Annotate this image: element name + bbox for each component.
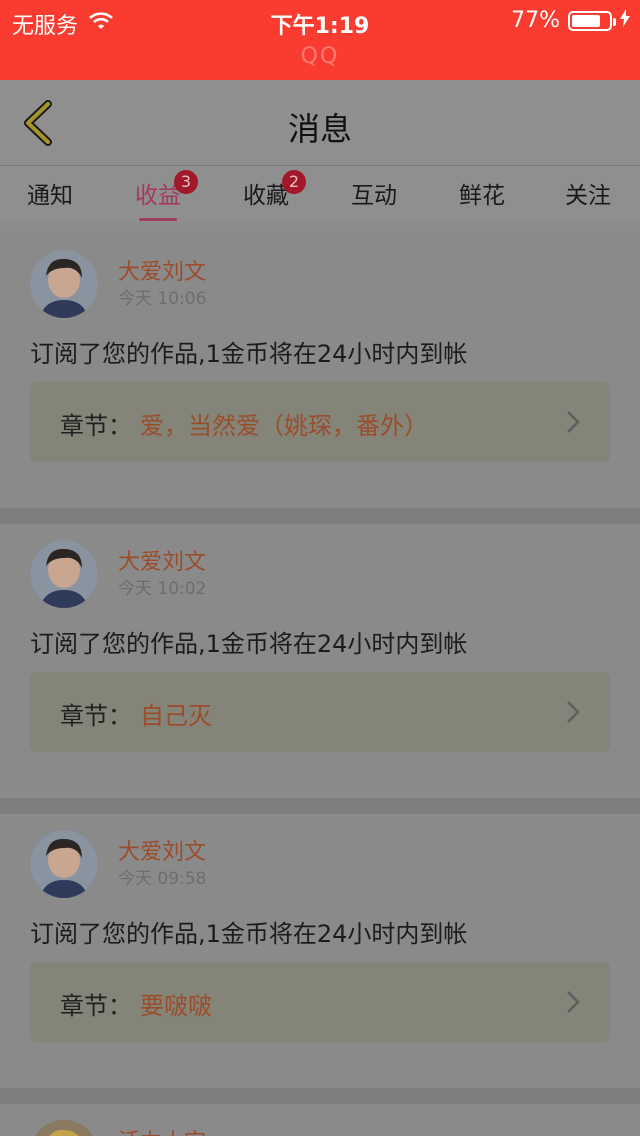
tab-badge: 3 (174, 170, 198, 194)
message-card: 大爱刘文 今天 09:58 订阅了您的作品,1金币将在24小时内到帐 章节： 要… (0, 814, 640, 1088)
battery-icon (568, 10, 616, 31)
chapter-link[interactable]: 章节： 爱，当然爱（姚琛，番外） (30, 382, 610, 462)
user-name[interactable]: 大爱刘文 (118, 544, 206, 576)
avatar[interactable] (30, 1120, 98, 1136)
tab-following[interactable]: 关注 (548, 176, 628, 210)
message-text: 订阅了您的作品,1金币将在24小时内到帐 (30, 340, 468, 368)
avatar[interactable] (30, 540, 98, 608)
message-card: 大爱刘文 今天 10:02 订阅了您的作品,1金币将在24小时内到帐 章节： 自… (0, 524, 640, 798)
tab-notifications[interactable]: 通知 (10, 176, 90, 210)
avatar[interactable] (30, 250, 98, 318)
chapter-label: 章节： (60, 702, 132, 730)
tab-interactions[interactable]: 互动 (334, 176, 414, 210)
message-card: 活力太空 (0, 1104, 640, 1136)
battery-percent: 77% (511, 8, 560, 33)
message-text: 订阅了您的作品,1金币将在24小时内到帐 (30, 630, 468, 658)
nav-bar: 消息 (0, 80, 640, 166)
tab-label: 通知 (27, 183, 73, 209)
divider (0, 508, 640, 524)
chapter-link[interactable]: 章节： 自己灭 (30, 672, 610, 752)
user-name[interactable]: 大爱刘文 (118, 834, 206, 866)
user-name[interactable]: 大爱刘文 (118, 254, 206, 286)
message-text: 订阅了您的作品,1金币将在24小时内到帐 (30, 920, 468, 948)
message-time: 今天 09:58 (118, 869, 207, 889)
avatar[interactable] (30, 830, 98, 898)
tab-label: 鲜花 (459, 183, 505, 209)
page-title: 消息 (287, 110, 352, 148)
chevron-right-icon (567, 701, 580, 723)
tab-favorites[interactable]: 收藏 2 (226, 170, 306, 210)
chapter-label: 章节： (60, 992, 132, 1020)
chevron-right-icon (567, 411, 580, 433)
chevron-right-icon (567, 991, 580, 1013)
tab-bar: 通知 收益 3 收藏 2 互动 鲜花 关注 (0, 166, 640, 222)
tab-label: 关注 (565, 183, 611, 209)
divider (0, 1088, 640, 1104)
message-card: 大爱刘文 今天 10:06 订阅了您的作品,1金币将在24小时内到帐 章节： 爱… (0, 234, 640, 508)
status-bar: 无服务 下午1:19 77% QQ (0, 0, 640, 80)
chapter-title: 自己灭 (140, 702, 212, 730)
charging-icon (620, 8, 630, 33)
active-tab-indicator (139, 218, 177, 221)
chapter-title: 爱，当然爱（姚琛，番外） (140, 412, 428, 440)
user-name[interactable]: 活力太空 (118, 1124, 206, 1136)
chapter-link[interactable]: 章节： 要啵啵 (30, 962, 610, 1042)
message-time: 今天 10:06 (118, 289, 207, 309)
chapter-label: 章节： (60, 412, 132, 440)
message-time: 今天 10:02 (118, 579, 207, 599)
tab-earnings[interactable]: 收益 3 (118, 170, 198, 221)
tab-badge: 2 (282, 170, 306, 194)
tab-flowers[interactable]: 鲜花 (442, 176, 522, 210)
tab-label: 互动 (351, 183, 397, 209)
status-subtitle: QQ (300, 44, 340, 69)
divider (0, 798, 640, 814)
chapter-title: 要啵啵 (140, 992, 212, 1020)
battery-fill (572, 14, 600, 27)
